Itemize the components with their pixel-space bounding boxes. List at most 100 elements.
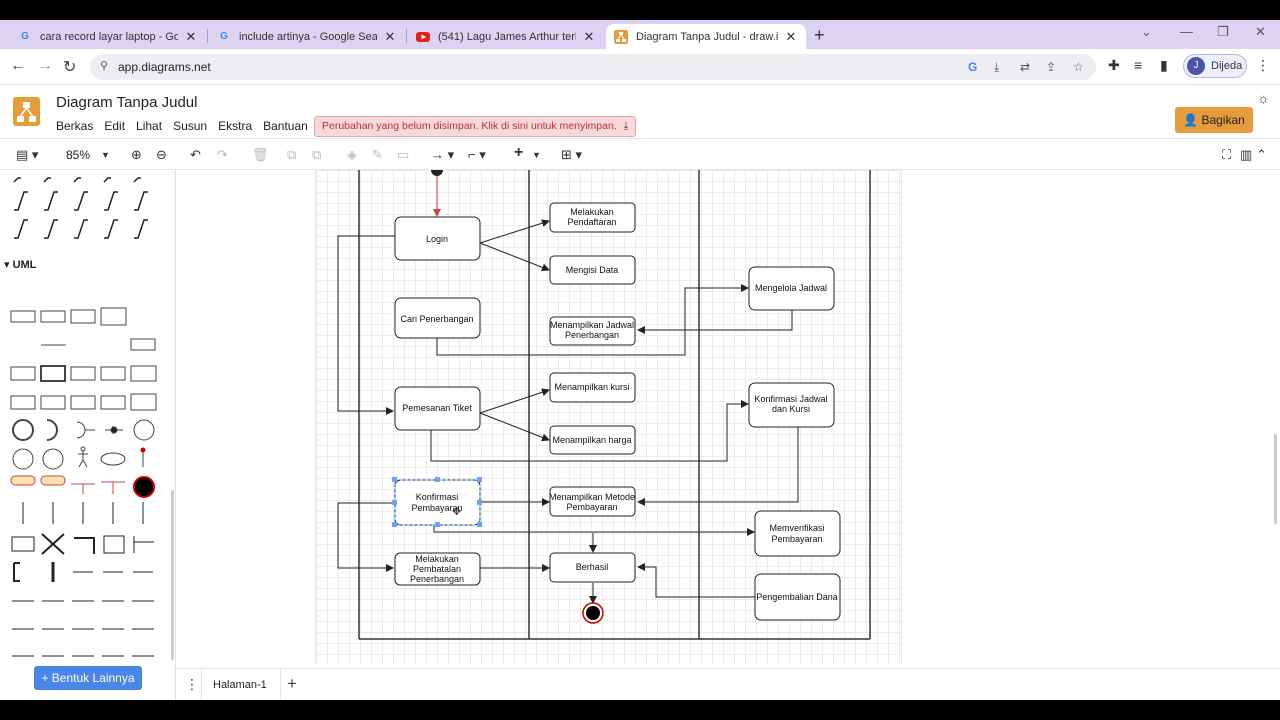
node-label-line2: Pembayaran [771,534,822,544]
node-label-line1: Melakukan [570,207,614,217]
profile-button[interactable]: J Dijeda [1183,54,1247,78]
zoom-level[interactable]: 85% [66,148,90,162]
redo-icon[interactable]: ↷ [217,147,228,163]
sidebar-scrollbar[interactable] [171,490,174,660]
activity-diagram[interactable]: Login Cari Penerbangan Pemesanan Tiket K… [177,170,1280,664]
browser-tab-3[interactable]: (541) Lagu James Arthur terbaik ✕ [408,24,604,49]
unsaved-text: Perubahan yang belum disimpan. Klik di s… [322,120,617,132]
node-label-line2: Pendaftaran [567,217,616,227]
back-icon[interactable]: ← [10,57,26,75]
url-input[interactable]: ⚲ app.diagrams.net G ⤓ ⇄ ⇪ ☆ [90,54,1096,80]
node-label-line2: dan Kursi [772,404,810,414]
bookmark-star-icon[interactable]: ☆ [1073,60,1084,74]
fill-color-icon[interactable]: ◈ [347,147,357,163]
close-icon[interactable]: ✕ [383,29,397,45]
fullscreen-icon[interactable]: ⛶ [1222,147,1231,163]
to-front-icon[interactable]: ⧉ [287,147,296,163]
side-panel-icon[interactable]: ▮ [1160,57,1168,74]
drawio-logo [13,97,40,126]
reload-icon[interactable]: ↻ [63,57,76,77]
vertical-scrollbar[interactable] [1274,434,1277,524]
node-label-line1: Konfirmasi [416,492,459,502]
share-button[interactable]: 👤 Bagikan [1175,107,1253,133]
menu-file[interactable]: Berkas [56,119,93,133]
save-icon: ⤓ [623,120,629,132]
start-node[interactable] [431,170,443,176]
profile-name: Dijeda [1211,60,1243,72]
shape-palette[interactable] [0,170,176,660]
browser-tab-1[interactable]: G cara record layar laptop - Googl ✕ [10,24,206,49]
restore-icon[interactable]: ❐ [1217,24,1229,40]
add-page-button[interactable]: + [287,674,297,694]
node-label: Berhasil [576,562,609,572]
share-page-icon[interactable]: ⇪ [1046,60,1056,74]
node-label-line2: Pembayaran [566,502,617,512]
google-icon: G [220,31,228,42]
minimize-icon[interactable]: — [1180,24,1193,39]
menu-arrange[interactable]: Susun [173,119,207,133]
close-icon[interactable]: ✕ [184,29,198,45]
menu-view[interactable]: Lihat [136,119,162,133]
to-back-icon[interactable]: ⧉ [312,147,321,163]
document-title[interactable]: Diagram Tanpa Judul [56,94,197,111]
app-header: Diagram Tanpa Judul Berkas Edit Lihat Su… [0,85,1280,138]
waypoints-icon[interactable]: ⌐ ▾ [468,147,486,163]
node-label-line3: Penerbangan [410,574,464,584]
share-label: Bagikan [1201,113,1245,127]
browser-tab-2[interactable]: G include artinya - Google Search ✕ [209,24,405,49]
chevron-down-icon[interactable]: ▼ [101,150,110,160]
tab-separator [207,29,208,43]
node-label: Menampilkan kursi [554,382,629,392]
window-close-icon[interactable]: ✕ [1255,24,1266,40]
node-label: Login [426,234,448,244]
menu-edit[interactable]: Edit [104,119,125,133]
delete-icon[interactable]: 🗑 [252,147,269,163]
sidebar-section-uml[interactable]: ▾ UML [4,258,36,271]
url-text: app.diagrams.net [118,60,211,74]
undo-icon[interactable]: ↶ [190,147,201,163]
theme-icon[interactable]: ☼ [1257,90,1270,106]
pages-menu-icon[interactable]: ⋮ [185,676,199,693]
site-info-icon[interactable]: ⚲ [100,59,108,72]
page-tab[interactable]: Halaman-1 ⌃ [201,669,281,700]
menu-extras[interactable]: Ekstra [218,119,252,133]
page-tab-bar: ⋮ Halaman-1 ⌃ + [177,668,1280,700]
shadow-icon[interactable]: ▭ [397,147,409,163]
diagram-canvas[interactable]: Login Cari Penerbangan Pemesanan Tiket K… [177,170,1280,664]
close-icon[interactable]: ✕ [784,29,798,45]
media-icon[interactable]: ≡ [1134,57,1142,73]
more-menu-icon[interactable]: ⋮ [1256,57,1270,74]
toolbar: ▤ ▾ 85% ▼ ⊕ ⊖ ↶ ↷ 🗑 ⧉ ⧉ ◈ ✎ ▭ → ▾ ⌐ ▾ + … [0,138,1280,170]
chevron-down-icon[interactable]: ⌄ [1141,24,1152,40]
new-tab-button[interactable]: + [814,25,825,46]
collapse-icon[interactable]: ⌃ [1256,147,1267,163]
unsaved-changes-button[interactable]: Perubahan yang belum disimpan. Klik di s… [314,116,637,137]
extensions-icon[interactable]: ✚ [1108,57,1120,74]
zoom-in-icon[interactable]: ⊕ [131,147,142,163]
table-icon[interactable]: ⊞ ▾ [561,147,582,163]
browser-tab-4[interactable]: Diagram Tanpa Judul - draw.io ✕ [606,24,806,49]
connection-icon[interactable]: → ▾ [431,147,454,163]
sidebar-section-label: UML [12,259,37,271]
install-icon[interactable]: ⤓ [994,60,999,75]
end-node-core [586,606,600,620]
browser-window: G cara record layar laptop - Googl ✕ G i… [0,20,1280,700]
close-icon[interactable]: ✕ [582,29,596,45]
node-label: Pengembalian Dana [756,592,838,602]
panel-icon[interactable]: ▥ [1240,147,1252,163]
chevron-down-icon[interactable]: ▼ [532,150,541,160]
tab-title: (541) Lagu James Arthur terbaik [438,30,576,43]
avatar: J [1187,57,1205,75]
insert-icon[interactable]: + [514,144,523,162]
node-label: Mengelola Jadwal [755,283,827,293]
google-icon: G [21,31,29,42]
translate-icon[interactable]: ⇄ [1020,60,1030,74]
forward-icon[interactable]: → [37,57,53,75]
format-panel-icon[interactable]: ▤ ▾ [16,147,38,163]
google-lens-icon[interactable]: G [968,60,977,74]
zoom-out-icon[interactable]: ⊖ [156,147,167,163]
line-color-icon[interactable]: ✎ [372,147,383,163]
tab-strip: G cara record layar laptop - Googl ✕ G i… [0,20,1280,49]
menu-help[interactable]: Bantuan [263,119,308,133]
more-shapes-button[interactable]: + Bentuk Lainnya [34,666,142,690]
